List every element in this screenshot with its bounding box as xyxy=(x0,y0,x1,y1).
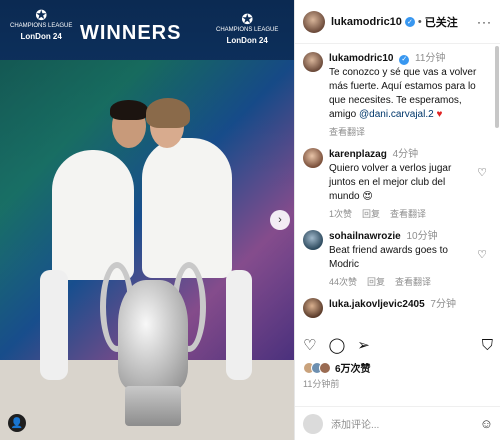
see-translation-link[interactable]: 查看翻译 xyxy=(390,207,426,220)
player-right-jersey xyxy=(142,138,232,278)
mention-link[interactable]: @dani.carvajal.2 xyxy=(359,109,434,120)
comment-time: 4分钟 xyxy=(392,149,419,160)
comments-scrollbar[interactable] xyxy=(495,46,499,128)
heart-eyes-emoji: 😍 xyxy=(362,191,373,202)
verified-badge-icon: ✓ xyxy=(399,55,410,65)
reply-link[interactable]: 回复 xyxy=(362,207,380,220)
author-username[interactable]: lukamodric10 xyxy=(331,16,402,28)
send-icon[interactable]: ➢ xyxy=(357,336,370,354)
comments-list[interactable]: lukamodric10 ✓ 11分钟 Te conozco y sé que … xyxy=(295,44,495,330)
comment-like-heart-icon[interactable]: ♡ xyxy=(477,166,487,179)
person-tag-icon[interactable]: 👤 xyxy=(8,414,26,432)
post-details-panel: lukamodric10 ✓ • 已关注 ··· lukamodric10 ✓ … xyxy=(294,0,500,440)
ucl-logo-left: ✪ CHAMPIONS LEAGUE LonDon 24 xyxy=(10,7,73,41)
comment-like-heart-icon[interactable]: ♡ xyxy=(477,248,487,261)
comment-item: sohailnawrozie 10分钟 Beat friend awards g… xyxy=(303,230,487,288)
reply-link[interactable]: 回复 xyxy=(367,275,385,288)
comment-username[interactable]: lukamodric10 xyxy=(329,53,393,64)
bookmark-icon[interactable]: ⛉ xyxy=(482,337,493,354)
avatar[interactable] xyxy=(303,52,323,72)
more-options-icon[interactable]: ··· xyxy=(477,15,492,29)
comment-time: 11分钟 xyxy=(415,53,446,64)
caption-comment: lukamodric10 ✓ 11分钟 Te conozco y sé que … xyxy=(303,52,487,138)
separator: • xyxy=(417,15,422,28)
see-translation-link[interactable]: 查看翻译 xyxy=(395,275,431,288)
posted-time: 11分钟前 xyxy=(303,379,340,389)
verified-badge-icon: ✓ xyxy=(404,16,415,27)
avatar[interactable] xyxy=(303,298,323,318)
comment-text: Beat friend awards goes to Modric xyxy=(329,245,448,270)
winners-banner: WINNERS xyxy=(80,22,182,44)
next-photo-arrow-icon[interactable]: › xyxy=(270,210,290,230)
post-header: lukamodric10 ✓ • 已关注 ··· xyxy=(295,0,500,44)
comment-username[interactable]: karenplazag xyxy=(329,149,387,160)
comment-text: Quiero volver a verlos jugar juntos en e… xyxy=(329,163,452,202)
like-count[interactable]: 1次赞 xyxy=(329,207,352,220)
comment-icon[interactable]: ◯ xyxy=(328,336,345,354)
avatar[interactable] xyxy=(303,230,323,250)
see-translation-link[interactable]: 查看翻译 xyxy=(329,125,365,138)
comment-time: 10分钟 xyxy=(406,231,438,242)
comment-item: karenplazag 4分钟 Quiero volver a verlos j… xyxy=(303,148,487,220)
avatar[interactable] xyxy=(303,148,323,168)
ucl-logo-right: ✪ CHAMPIONS LEAGUE LonDon 24 xyxy=(216,11,279,45)
likes-summary[interactable]: 6万次赞 xyxy=(303,360,371,375)
red-heart-emoji: ♥ xyxy=(436,109,443,120)
following-button[interactable]: 已关注 xyxy=(425,14,458,30)
likes-count[interactable]: 6万次赞 xyxy=(335,360,371,375)
champions-league-trophy xyxy=(118,280,188,390)
player-left-jersey xyxy=(52,150,134,280)
comment-username[interactable]: sohailnawrozie xyxy=(329,231,401,242)
post-photo[interactable]: ✪ CHAMPIONS LEAGUE LonDon 24 WINNERS ✪ CHA… xyxy=(0,0,294,440)
emoji-icon[interactable]: ☺ xyxy=(480,416,493,431)
liker-avatar xyxy=(319,361,331,374)
trophy-base xyxy=(125,386,181,426)
player-left-leg xyxy=(40,270,68,380)
post-actions-bar: ♡ ◯ ➢ ⛉ xyxy=(303,333,493,357)
avatar[interactable] xyxy=(303,10,325,33)
comment-item: luka.jakovljevic2405 7分钟 xyxy=(303,298,487,318)
player-left-hair xyxy=(110,100,148,120)
avatar xyxy=(303,413,323,434)
comment-time: 7分钟 xyxy=(430,299,456,310)
comment-input[interactable]: 添加评论... xyxy=(331,416,480,431)
player-right-leg xyxy=(226,270,252,380)
comment-username[interactable]: luka.jakovljevic2405 xyxy=(329,299,425,310)
heart-icon[interactable]: ♡ xyxy=(303,336,316,354)
like-count[interactable]: 44次赞 xyxy=(329,275,357,288)
player-right-hair xyxy=(146,98,190,128)
comment-composer: 添加评论... ☺ xyxy=(295,406,500,440)
